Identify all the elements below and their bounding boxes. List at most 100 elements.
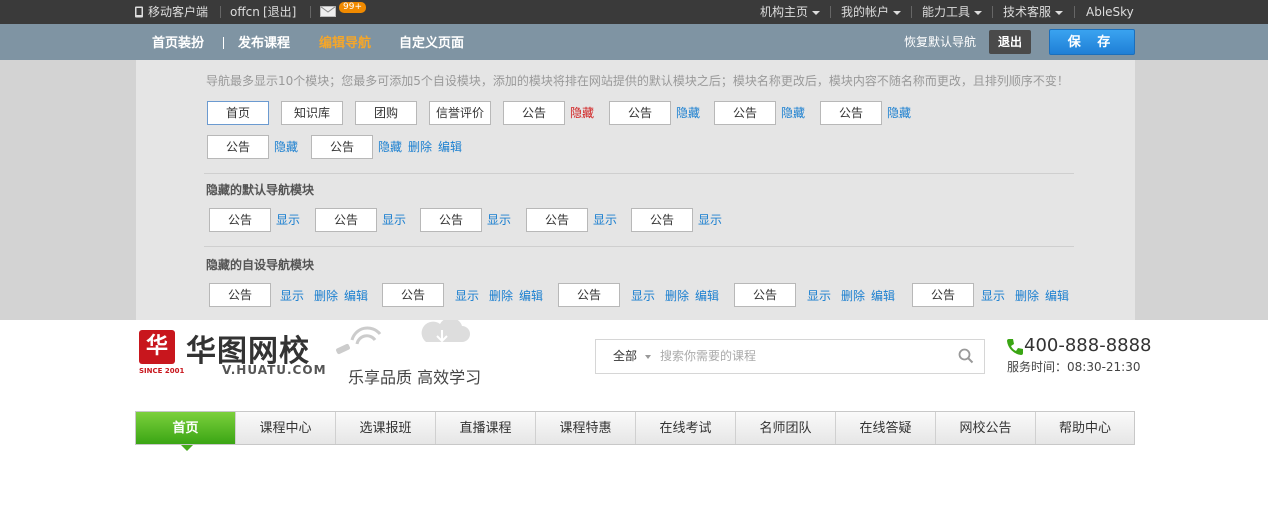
nav-module-input[interactable]: 公告	[820, 101, 882, 125]
delete-link[interactable]: 删除	[314, 284, 338, 308]
divider	[223, 37, 224, 49]
site-nav-item[interactable]: 网校公告	[935, 412, 1035, 444]
slogan: 乐享品质 高效学习	[348, 368, 482, 387]
nav-module-input[interactable]: 公告	[609, 101, 671, 125]
site-nav-item[interactable]: 直播课程	[435, 412, 535, 444]
mail-count-badge: 99+	[339, 2, 366, 13]
hidden-custom-module-input[interactable]: 公告	[382, 283, 444, 307]
save-button[interactable]: 保 存	[1049, 29, 1135, 55]
nav-module-input[interactable]: 信誉评价	[429, 101, 491, 125]
hide-link[interactable]: 隐藏	[887, 101, 911, 125]
show-link[interactable]: 显示	[981, 284, 1005, 308]
site-nav-item[interactable]: 在线考试	[635, 412, 735, 444]
edit-link[interactable]: 编辑	[344, 284, 368, 308]
site-nav-item[interactable]: 选课报班	[335, 412, 435, 444]
hide-link[interactable]: 隐藏	[274, 135, 298, 159]
search-input[interactable]: 搜索你需要的课程	[660, 340, 756, 373]
nav-module-input[interactable]: 公告	[207, 135, 269, 159]
show-link[interactable]: 显示	[487, 208, 511, 232]
hidden-module-input[interactable]: 公告	[315, 208, 377, 232]
edit-link[interactable]: 编辑	[1045, 284, 1069, 308]
mail-icon	[320, 6, 336, 17]
tab-home-decor[interactable]: 首页装扮	[152, 24, 204, 60]
logo-mark: 华	[139, 330, 175, 364]
active-indicator-arrow	[181, 445, 193, 451]
nav-hint-text: 导航最多显示10个模块；您最多可添加5个自设模块，添加的模块将排在网站提供的默认…	[206, 74, 1069, 88]
menu-tools[interactable]: 能力工具	[922, 0, 983, 24]
edit-link[interactable]: 编辑	[695, 284, 719, 308]
divider	[310, 6, 311, 18]
menu-label: 技术客服	[1003, 5, 1052, 19]
delete-link[interactable]: 删除	[841, 284, 865, 308]
hide-link[interactable]: 隐藏	[378, 135, 402, 159]
show-link[interactable]: 显示	[593, 208, 617, 232]
nav-module-input[interactable]: 首页	[207, 101, 269, 125]
service-phone: 400-888-8888	[1024, 335, 1152, 356]
hide-link[interactable]: 隐藏	[781, 101, 805, 125]
delete-link[interactable]: 删除	[665, 284, 689, 308]
top-bar: 移动客户端 offcn [退出] 99+ 机构主页 我的帐户 能力工具 技术客服…	[0, 0, 1268, 24]
show-link[interactable]: 显示	[276, 208, 300, 232]
restore-default-nav-link[interactable]: 恢复默认导航	[904, 24, 976, 60]
nav-module-input[interactable]: 知识库	[281, 101, 343, 125]
hidden-custom-title: 隐藏的自设导航模块	[206, 258, 315, 272]
hidden-module-input[interactable]: 公告	[209, 208, 271, 232]
tab-edit-nav[interactable]: 编辑导航	[319, 24, 371, 60]
logout-link[interactable]: [退出]	[263, 0, 296, 24]
show-link[interactable]: 显示	[631, 284, 655, 308]
hidden-module-input[interactable]: 公告	[420, 208, 482, 232]
hidden-custom-module-input[interactable]: 公告	[209, 283, 271, 307]
chevron-down-icon	[812, 10, 821, 15]
divider	[1074, 6, 1075, 18]
hidden-custom-module-input[interactable]: 公告	[912, 283, 974, 307]
tab-publish-course[interactable]: 发布课程	[238, 24, 290, 60]
nav-module-input[interactable]: 团购	[355, 101, 417, 125]
site-nav-item[interactable]: 名师团队	[735, 412, 835, 444]
hide-link[interactable]: 隐藏	[676, 101, 700, 125]
edit-link[interactable]: 编辑	[871, 284, 895, 308]
search-icon[interactable]	[958, 348, 974, 364]
site-nav-item[interactable]: 课程特惠	[535, 412, 635, 444]
wifi-cloud-decoration-icon	[336, 320, 470, 355]
show-link[interactable]: 显示	[698, 208, 722, 232]
divider	[992, 6, 993, 18]
logout-button[interactable]: 退出	[989, 30, 1031, 54]
nav-module-input[interactable]: 公告	[714, 101, 776, 125]
site-nav-item[interactable]: 帮助中心	[1035, 412, 1134, 444]
mobile-icon	[135, 6, 143, 18]
menu-support[interactable]: 技术客服	[1003, 0, 1064, 24]
brand-link[interactable]: AbleSky	[1086, 0, 1134, 24]
divider	[220, 6, 221, 18]
hide-link[interactable]: 隐藏	[570, 101, 594, 125]
mail-link[interactable]	[320, 0, 336, 24]
menu-label: 我的帐户	[841, 5, 890, 19]
tab-custom-page[interactable]: 自定义页面	[399, 24, 464, 60]
menu-org-home[interactable]: 机构主页	[760, 0, 821, 24]
username: offcn	[230, 5, 260, 19]
mobile-client-link[interactable]: 移动客户端	[134, 0, 208, 24]
nav-module-input[interactable]: 公告	[503, 101, 565, 125]
hidden-default-title: 隐藏的默认导航模块	[206, 183, 315, 197]
search-scope-select[interactable]: 全部	[613, 340, 652, 373]
site-nav-home[interactable]: 首页	[136, 412, 235, 444]
delete-link[interactable]: 删除	[408, 135, 432, 159]
edit-link[interactable]: 编辑	[438, 135, 462, 159]
hidden-module-input[interactable]: 公告	[526, 208, 588, 232]
site-nav-item[interactable]: 课程中心	[235, 412, 335, 444]
edit-link[interactable]: 编辑	[519, 284, 543, 308]
hidden-custom-module-input[interactable]: 公告	[558, 283, 620, 307]
hidden-module-input[interactable]: 公告	[631, 208, 693, 232]
divider	[911, 6, 912, 18]
show-link[interactable]: 显示	[455, 284, 479, 308]
service-hours: 服务时间：08:30-21:30	[1007, 360, 1141, 374]
menu-my-account[interactable]: 我的帐户	[841, 0, 902, 24]
nav-module-input[interactable]: 公告	[311, 135, 373, 159]
delete-link[interactable]: 删除	[489, 284, 513, 308]
hidden-custom-module-input[interactable]: 公告	[734, 283, 796, 307]
phone-icon	[1007, 339, 1023, 355]
show-link[interactable]: 显示	[382, 208, 406, 232]
site-nav-item[interactable]: 在线答疑	[835, 412, 935, 444]
show-link[interactable]: 显示	[807, 284, 831, 308]
show-link[interactable]: 显示	[280, 284, 304, 308]
delete-link[interactable]: 删除	[1015, 284, 1039, 308]
